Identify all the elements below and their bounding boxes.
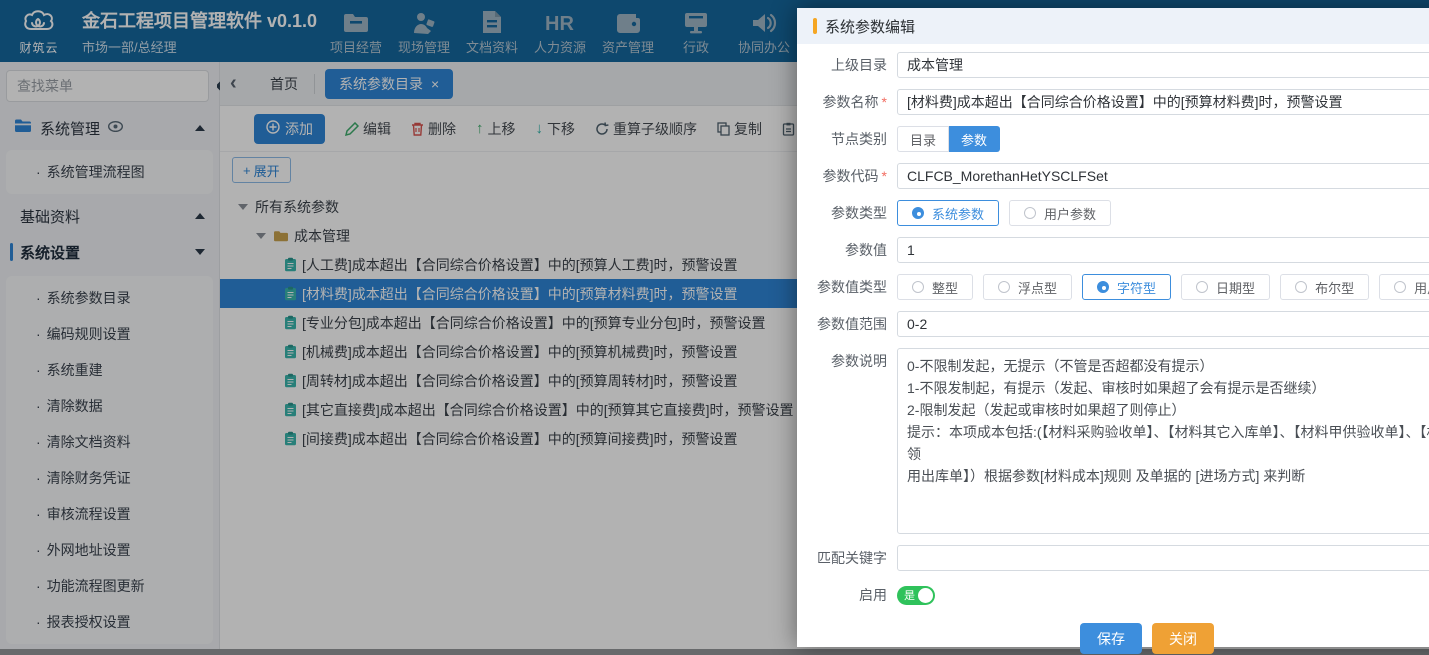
param-name-input[interactable] — [897, 89, 1429, 115]
value-range-label: 参数值范围 — [803, 311, 887, 337]
param-type-option-user[interactable]: 用户参数 — [1009, 200, 1111, 226]
form-row-enabled: 启用 是 — [803, 582, 1429, 608]
modal-footer: 保存 关闭 — [797, 619, 1429, 655]
param-type-option-system[interactable]: 系统参数 — [897, 200, 999, 226]
keyword-input[interactable] — [897, 545, 1429, 571]
enabled-label: 启用 — [803, 582, 887, 608]
form-row-param-name: 参数名称* — [803, 89, 1429, 115]
keyword-label: 匹配关键字 — [803, 545, 887, 571]
param-code-label: 参数代码* — [803, 163, 887, 189]
value-type-option-string[interactable]: 字符型 — [1082, 274, 1171, 300]
form-row-parent-dir: 上级目录 — [803, 52, 1429, 78]
radio-icon — [912, 207, 924, 219]
toggle-knob — [918, 588, 933, 603]
radio-icon — [1024, 207, 1036, 219]
node-type-option-directory[interactable]: 目录 — [897, 126, 949, 152]
node-type-option-parameter[interactable]: 参数 — [949, 126, 1000, 152]
app-window: 财筑云 金石工程项目管理软件 v0.1.0 市场一部/总经理 项目经营 现场管理… — [0, 0, 1429, 655]
description-textarea[interactable]: 0-不限制发起，无提示（不管是否超都没有提示） 1-不限发制起，有提示（发起、审… — [897, 348, 1429, 534]
param-name-label: 参数名称* — [803, 89, 887, 115]
radio-icon — [1196, 281, 1208, 293]
save-button[interactable]: 保存 — [1080, 623, 1142, 654]
form-row-param-code: 参数代码* — [803, 163, 1429, 189]
radio-icon — [912, 281, 924, 293]
value-range-input[interactable] — [897, 311, 1429, 337]
value-type-option-boolean[interactable]: 布尔型 — [1280, 274, 1369, 300]
value-type-option-integer[interactable]: 整型 — [897, 274, 973, 300]
param-code-input[interactable] — [897, 163, 1429, 189]
description-label: 参数说明 — [803, 348, 887, 374]
modal-title: 系统参数编辑 — [825, 16, 915, 37]
modal-titlebar: 系统参数编辑 — [797, 8, 1429, 44]
modal-body: 上级目录 参数名称* 节点类别 目录 参数 参数代码* — [797, 44, 1429, 619]
node-type-label: 节点类别 — [803, 126, 887, 152]
parent-dir-label: 上级目录 — [803, 52, 887, 78]
value-type-option-date[interactable]: 日期型 — [1181, 274, 1270, 300]
form-row-value-range: 参数值范围 — [803, 311, 1429, 337]
required-mark: * — [882, 168, 887, 184]
enabled-toggle[interactable]: 是 — [897, 586, 935, 605]
toggle-on-text: 是 — [904, 587, 915, 603]
radio-icon — [1394, 281, 1406, 293]
param-edit-modal: 系统参数编辑 上级目录 参数名称* 节点类别 目录 参数 — [797, 8, 1429, 647]
value-type-label: 参数值类型 — [803, 274, 887, 300]
value-type-option-float[interactable]: 浮点型 — [983, 274, 1072, 300]
form-row-node-type: 节点类别 目录 参数 — [803, 126, 1429, 152]
required-mark: * — [882, 94, 887, 110]
orange-accent-bar — [813, 18, 817, 34]
form-row-keyword: 匹配关键字 — [803, 545, 1429, 571]
param-value-input[interactable] — [897, 237, 1429, 263]
node-type-segment: 目录 参数 — [897, 126, 1000, 152]
param-type-label: 参数类型 — [803, 200, 887, 226]
radio-icon — [1295, 281, 1307, 293]
param-value-label: 参数值 — [803, 237, 887, 263]
radio-icon — [998, 281, 1010, 293]
form-row-param-value: 参数值 — [803, 237, 1429, 263]
form-row-param-type: 参数类型 系统参数 用户参数 — [803, 200, 1429, 226]
close-button[interactable]: 关闭 — [1152, 623, 1214, 654]
form-row-description: 参数说明 0-不限制发起，无提示（不管是否超都没有提示） 1-不限发制起，有提示… — [803, 348, 1429, 534]
value-type-option-user-select[interactable]: 用户选择 — [1379, 274, 1429, 300]
radio-icon — [1097, 281, 1109, 293]
parent-dir-input[interactable] — [897, 52, 1429, 78]
form-row-value-type: 参数值类型 整型 浮点型 字符型 日期型 布尔型 用户选择 — [803, 274, 1429, 300]
